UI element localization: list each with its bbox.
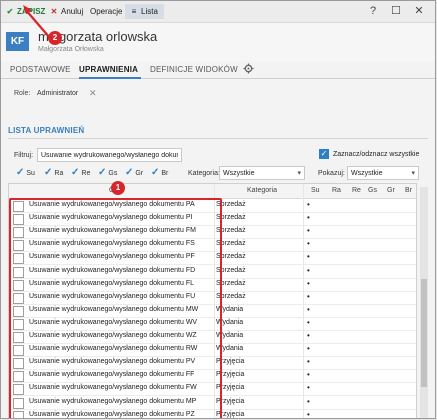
su-permission-marker[interactable]: • — [307, 383, 310, 392]
column-header-su[interactable]: Su — [311, 187, 320, 194]
column-header-gs[interactable]: Gs — [368, 187, 377, 194]
column-header-ra[interactable]: Ra — [332, 187, 341, 194]
filter-label: Filtruj: — [14, 152, 34, 159]
filter-su-checkbox[interactable]: ✓ Su — [16, 167, 35, 178]
annotation-highlight-box — [9, 198, 222, 418]
active-tab-indicator — [79, 77, 141, 79]
su-permission-marker[interactable]: • — [307, 213, 310, 222]
vertical-scrollbar[interactable] — [420, 187, 428, 418]
column-header-gr[interactable]: Gr — [387, 187, 395, 194]
filter-br-checkbox[interactable]: ✓ Br — [151, 167, 168, 178]
su-permission-marker[interactable]: • — [307, 410, 310, 418]
chevron-down-icon: ▾ — [411, 170, 415, 177]
category-select[interactable]: Wszystkie ▾ — [219, 166, 305, 180]
filter-gr-checkbox[interactable]: ✓ Gr — [125, 167, 143, 178]
su-permission-marker[interactable]: • — [307, 292, 310, 301]
filter-ra-checkbox[interactable]: ✓ Ra — [44, 167, 63, 178]
checkmark-icon: ✓ — [16, 167, 25, 178]
tab-bar: PODSTAWOWE UPRAWNIENIA DEFINICJE WIDOKÓW — [1, 62, 435, 79]
app-window: ✔ ZAPISZ ✕ Anuluj Operacje ≡ Lista ? ☐ ✕ KF… — [0, 0, 436, 419]
su-permission-marker[interactable]: • — [307, 318, 310, 327]
checkmark-icon: ✔ — [6, 7, 14, 16]
permissions-section-title: LISTA UPRAWNIEŃ — [8, 126, 85, 135]
checkbox-checked-icon: ✓ — [319, 149, 329, 159]
help-button[interactable]: ? — [366, 4, 380, 18]
roles-label: Role: — [14, 90, 31, 97]
section-divider — [8, 138, 428, 139]
su-permission-marker[interactable]: • — [307, 279, 310, 288]
checkmark-icon: ✓ — [71, 167, 80, 178]
remove-role-icon[interactable]: ✕ — [89, 88, 97, 99]
tab-view-definitions[interactable]: DEFINICJE WIDOKÓW — [150, 65, 238, 74]
su-permission-marker[interactable]: • — [307, 226, 310, 235]
checkmark-icon: ✓ — [98, 167, 107, 178]
su-permission-marker[interactable]: • — [307, 266, 310, 275]
select-all-checkbox[interactable]: ✓ Zaznacz/odznacz wszystkie — [319, 149, 419, 159]
chevron-down-icon: ▾ — [297, 170, 301, 177]
show-select[interactable]: Wszystkie ▾ — [347, 166, 419, 180]
su-permission-marker[interactable]: • — [307, 397, 310, 406]
settings-icon[interactable] — [243, 63, 254, 74]
column-header-category[interactable]: Kategoria — [247, 187, 277, 194]
role-tag: Administrator — [37, 90, 79, 97]
show-label: Pokazuj: — [318, 170, 345, 177]
checkmark-icon: ✓ — [125, 167, 134, 178]
su-permission-marker[interactable]: • — [307, 200, 310, 209]
maximize-button[interactable]: ☐ — [389, 4, 403, 18]
su-permission-marker[interactable]: • — [307, 344, 310, 353]
list-icon: ≡ — [131, 7, 137, 16]
list-button[interactable]: ≡ Lista — [125, 4, 164, 19]
su-permission-marker[interactable]: • — [307, 305, 310, 314]
page-subtitle: Małgorzata Orłowska — [38, 46, 104, 53]
column-header-br[interactable]: Br — [405, 187, 412, 194]
table-header: Opis Kategoria Su Ra Re Gs Gr Br — [9, 184, 416, 199]
tab-permissions[interactable]: UPRAWNIENIA — [79, 65, 138, 74]
column-header-re[interactable]: Re — [352, 187, 361, 194]
checkmark-icon: ✓ — [151, 167, 160, 178]
filter-re-checkbox[interactable]: ✓ Re — [71, 167, 90, 178]
su-permission-marker[interactable]: • — [307, 357, 310, 366]
annotation-badge-1: 1 — [111, 181, 125, 195]
operations-menu[interactable]: Operacje — [90, 4, 122, 19]
checkmark-icon: ✓ — [44, 167, 53, 178]
su-permission-marker[interactable]: • — [307, 331, 310, 340]
tab-basic[interactable]: PODSTAWOWE — [10, 65, 71, 74]
su-permission-marker[interactable]: • — [307, 370, 310, 379]
filter-gs-checkbox[interactable]: ✓ Gs — [98, 167, 117, 178]
close-window-button[interactable]: ✕ — [412, 4, 426, 18]
scrollbar-thumb[interactable] — [421, 279, 427, 387]
su-permission-marker[interactable]: • — [307, 252, 310, 261]
annotation-arrow — [23, 5, 51, 39]
category-label: Kategoria: — [188, 170, 220, 177]
su-permission-marker[interactable]: • — [307, 239, 310, 248]
filter-input[interactable] — [37, 148, 182, 162]
